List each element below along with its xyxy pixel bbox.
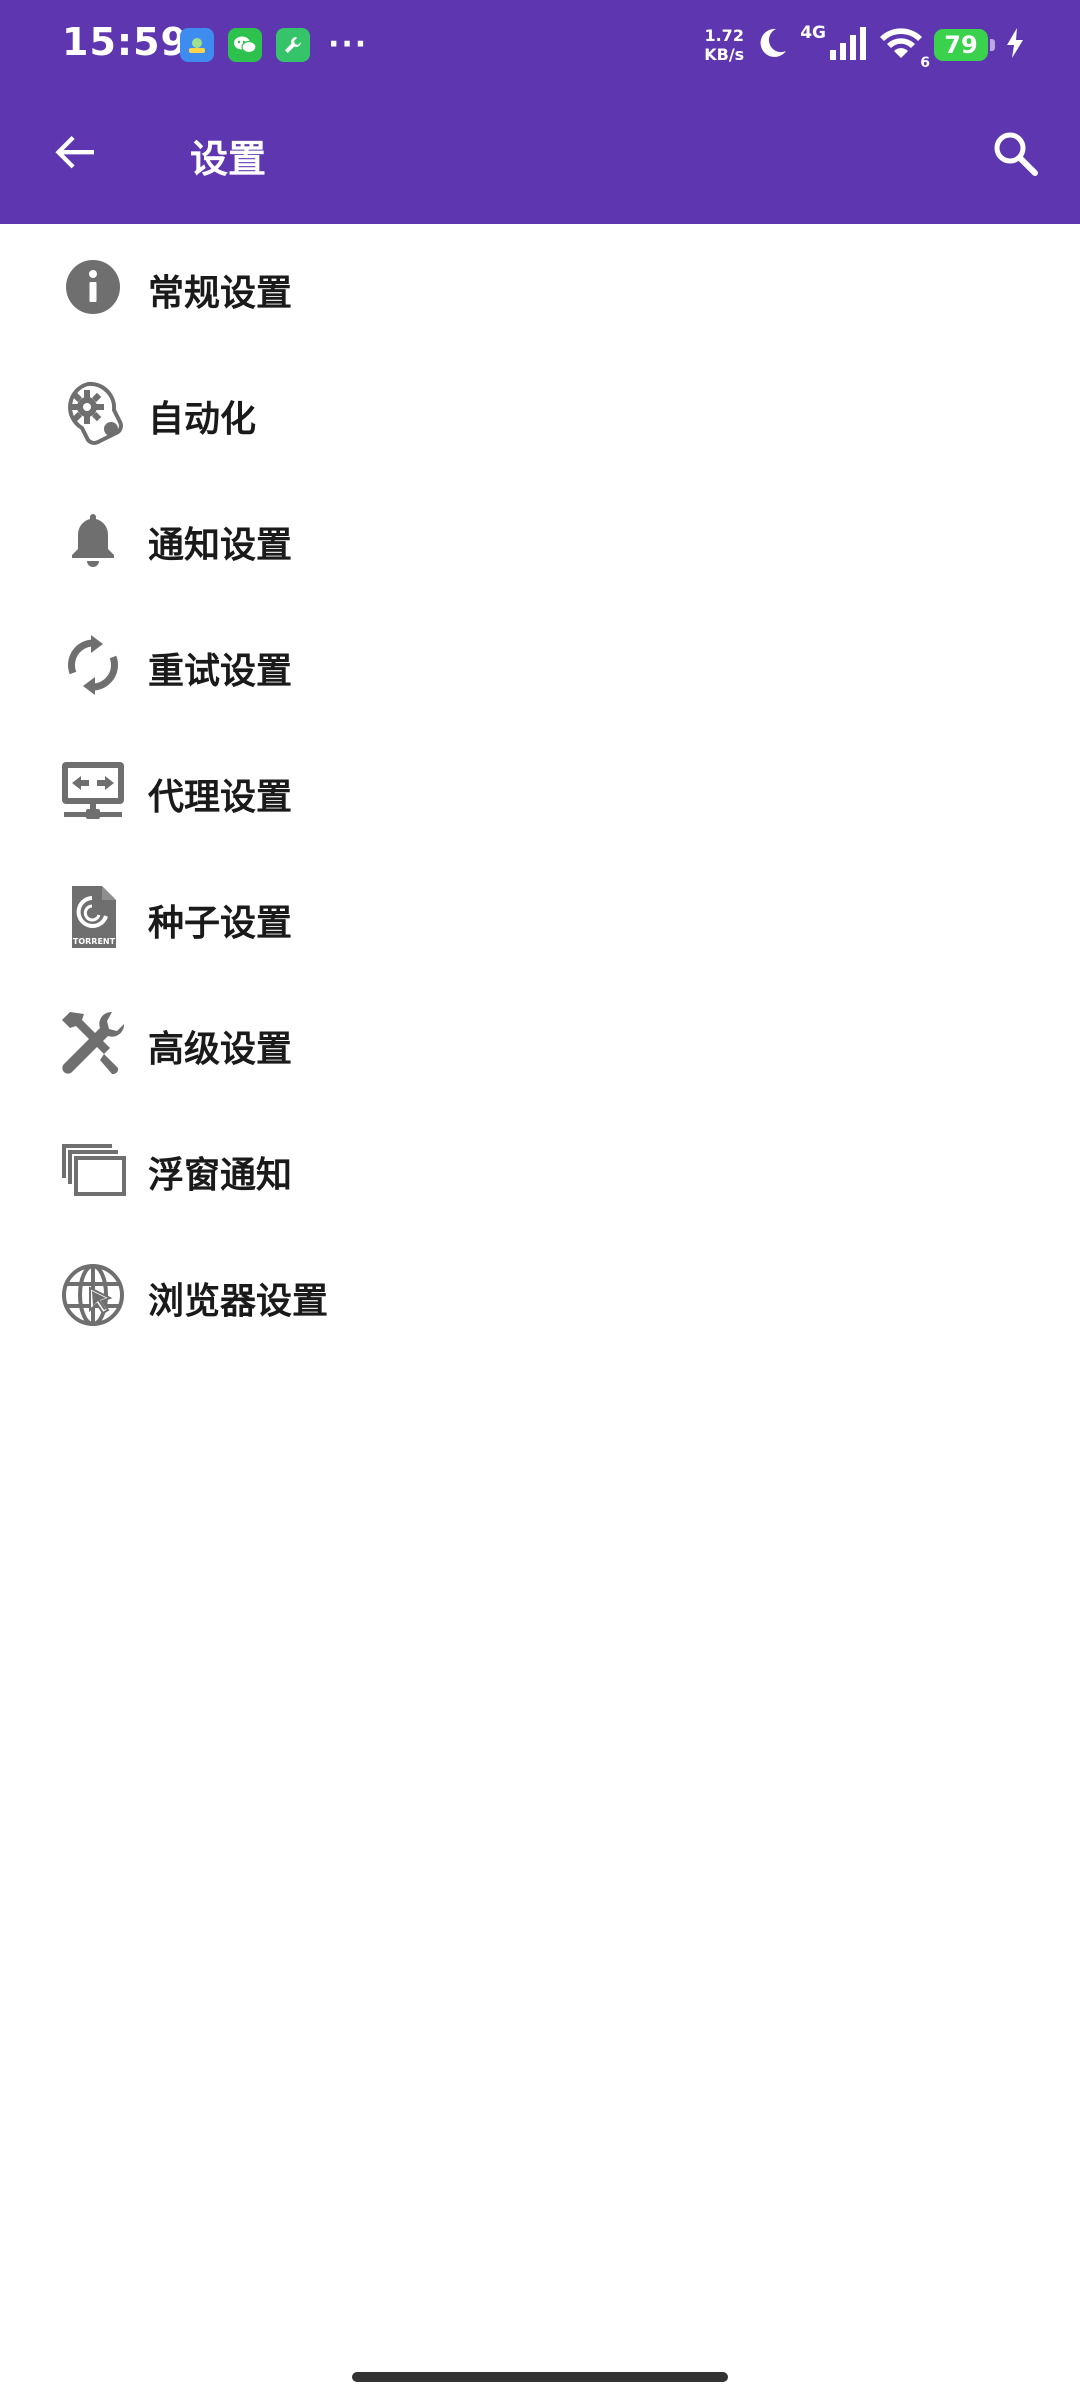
settings-item-label: 自动化 [148, 399, 257, 440]
back-button[interactable] [40, 120, 110, 190]
settings-item-label: 常规设置 [148, 273, 293, 314]
bell-icon [60, 506, 126, 572]
notification-app-icons: ··· [180, 28, 368, 62]
charging-icon [1006, 28, 1024, 62]
settings-item-label: 浮窗通知 [148, 1155, 293, 1196]
battery-indicator: 79 [934, 29, 995, 61]
tools-icon [60, 1010, 126, 1076]
proxy-monitor-icon [60, 758, 126, 824]
floating-windows-icon [60, 1136, 126, 1202]
settings-item-label: 通知设置 [148, 525, 293, 566]
settings-item-label: 浏览器设置 [148, 1281, 329, 1322]
settings-item-automation[interactable]: 自动化 [0, 350, 1080, 476]
home-indicator[interactable] [352, 2372, 728, 2382]
gallery-app-icon [180, 28, 214, 62]
automation-gear-icon [60, 380, 126, 446]
app-bar: 设置 [0, 90, 1080, 224]
browser-globe-icon [60, 1262, 126, 1328]
settings-item-label: 重试设置 [148, 651, 293, 692]
tool-app-icon [276, 28, 310, 62]
battery-level: 79 [944, 31, 978, 59]
network-speed-unit: KB/s [704, 45, 745, 64]
settings-item-label: 种子设置 [148, 903, 293, 944]
settings-item-label: 代理设置 [148, 777, 293, 818]
settings-item-proxy[interactable]: 代理设置 [0, 728, 1080, 854]
settings-item-advanced[interactable]: 高级设置 [0, 980, 1080, 1106]
info-icon [60, 254, 126, 320]
settings-item-notification[interactable]: 通知设置 [0, 476, 1080, 602]
more-notifications-icon: ··· [328, 27, 369, 62]
search-icon [990, 128, 1040, 182]
torrent-file-icon: TORRENT [60, 884, 126, 950]
wechat-app-icon [228, 28, 262, 62]
network-type: 4G [800, 23, 826, 43]
settings-item-torrent[interactable]: TORRENT 种子设置 [0, 854, 1080, 980]
network-speed: 1.72 KB/s [704, 26, 744, 64]
settings-item-browser[interactable]: 浏览器设置 [0, 1232, 1080, 1358]
page-title: 设置 [190, 137, 267, 181]
signal-icon [828, 26, 868, 64]
settings-item-general[interactable]: 常规设置 [0, 224, 1080, 350]
moon-icon [754, 25, 790, 65]
search-button[interactable] [980, 120, 1050, 190]
settings-item-label: 高级设置 [148, 1029, 293, 1070]
status-right: 1.72 KB/s 4G 6 79 [704, 20, 1024, 71]
back-arrow-icon [52, 130, 98, 180]
retry-icon [60, 632, 126, 698]
wifi-icon: 6 [878, 25, 930, 71]
settings-item-retry[interactable]: 重试设置 [0, 602, 1080, 728]
settings-item-floating-window[interactable]: 浮窗通知 [0, 1106, 1080, 1232]
status-bar: 15:59 ··· 1.72 KB/s 4G 6 79 [0, 0, 1080, 90]
status-time: 15:59 [62, 20, 188, 64]
torrent-icon-text: TORRENT [73, 937, 116, 946]
wifi-badge: 6 [920, 55, 930, 71]
settings-list: 常规设置 自动化 通知设置 重试设置 代理设置 TORRENT 种子设置 高级设… [0, 224, 1080, 1358]
network-speed-value: 1.72 [704, 26, 744, 45]
